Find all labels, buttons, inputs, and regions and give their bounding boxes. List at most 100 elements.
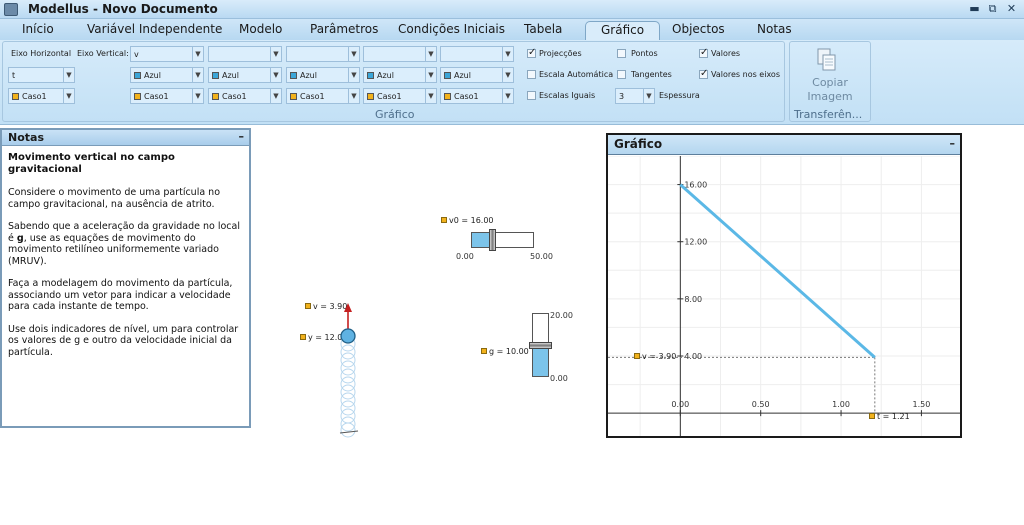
- close-button[interactable]: ✕: [1004, 2, 1019, 16]
- tab-condicoes-iniciais[interactable]: Condições Iniciais: [398, 22, 505, 36]
- chevron-down-icon: ▼: [348, 89, 359, 103]
- tab-objectos[interactable]: Objectos: [672, 22, 725, 36]
- menu-bar: Início Variável Independente Modelo Parâ…: [0, 19, 1024, 40]
- color-value: Azul: [454, 71, 471, 80]
- horizontal-caso-value: Caso1: [22, 92, 47, 101]
- valores-checkbox[interactable]: [699, 47, 708, 58]
- graph-panel: Gráfico – 0.00 0.50 1.00 1.50 4.00 8.00 12.00 1…: [606, 133, 962, 438]
- vertical-variable-select-2[interactable]: ▼: [208, 46, 282, 62]
- escala-automatica-checkbox[interactable]: [527, 70, 536, 79]
- v0-value: v0 = 16.00: [449, 216, 494, 225]
- chevron-down-icon: ▼: [502, 89, 513, 103]
- g-slider[interactable]: [529, 313, 552, 377]
- notes-body[interactable]: Movimento vertical no campo gravitaciona…: [8, 152, 246, 369]
- espessura-label: Espessura: [659, 91, 700, 100]
- valores-nos-eixos-label: Valores nos eixos: [711, 70, 780, 79]
- vertical-variable-select-1[interactable]: v ▼: [130, 46, 204, 62]
- vertical-variable-select-3[interactable]: ▼: [286, 46, 360, 62]
- ribbon-group-transfer: Copiar Imagem Transferên...: [789, 41, 871, 122]
- color-swatch: [212, 72, 219, 79]
- notes-paragraph-3: Faça a modelagem do movimento da partícu…: [8, 278, 233, 312]
- caso-select-2[interactable]: Caso1 ▼: [208, 88, 282, 104]
- pontos-label: Pontos: [631, 49, 658, 58]
- v0-slider-thumb[interactable]: [488, 229, 496, 251]
- horizontal-caso-select[interactable]: Caso1 ▼: [8, 88, 75, 104]
- espessura-select[interactable]: 3 ▼: [615, 88, 655, 104]
- horizontal-variable-value: t: [12, 71, 16, 80]
- caso-value: Caso1: [300, 92, 325, 101]
- caso-value: Caso1: [144, 92, 169, 101]
- chevron-down-icon: ▼: [425, 89, 436, 103]
- v0-slider-min: 0.00: [456, 252, 474, 261]
- color-select-5[interactable]: Azul ▼: [440, 67, 514, 83]
- color-select-4[interactable]: Azul ▼: [363, 67, 437, 83]
- caso-select-4[interactable]: Caso1 ▼: [363, 88, 437, 104]
- color-select-2[interactable]: Azul ▼: [208, 67, 282, 83]
- vertical-variable-select-5[interactable]: ▼: [440, 46, 514, 62]
- graph-v-value: v = 3.90: [642, 352, 677, 361]
- window-title: Modellus - Novo Documento: [28, 2, 218, 16]
- notes-heading: Movimento vertical no campo gravitaciona…: [8, 152, 175, 175]
- g-slider-thumb[interactable]: [529, 342, 552, 349]
- copy-label-line2: Imagem: [807, 90, 853, 103]
- particle[interactable]: [340, 328, 356, 344]
- pontos-checkbox[interactable]: [617, 49, 626, 58]
- v0-marker: [441, 217, 447, 223]
- y-tick-label: 8.00: [684, 295, 702, 304]
- valores-label: Valores: [711, 49, 741, 58]
- chevron-down-icon: ▼: [643, 89, 654, 103]
- minimize-button[interactable]: ▬: [967, 2, 982, 16]
- eixo-vertical-label: Eixo Vertical:: [77, 49, 129, 58]
- notes-text: , use as equações de movimento do movime…: [8, 232, 219, 267]
- x-tick-label: 1.50: [913, 400, 931, 409]
- notes-paragraph-2: Sabendo que a aceleração da gravidade no…: [8, 221, 246, 267]
- color-swatch: [290, 72, 297, 79]
- notes-minimize-button[interactable]: –: [239, 130, 245, 143]
- chevron-down-icon: ▼: [425, 68, 436, 82]
- caso-color-swatch: [134, 93, 141, 100]
- caso-select-1[interactable]: Caso1 ▼: [130, 88, 204, 104]
- t-marker: [869, 413, 875, 419]
- chevron-down-icon: ▼: [502, 47, 513, 61]
- v0-slider[interactable]: [471, 229, 534, 251]
- tab-tabela[interactable]: Tabela: [524, 22, 562, 36]
- color-value: Azul: [377, 71, 394, 80]
- tab-variavel-independente[interactable]: Variável Independente: [87, 22, 222, 36]
- v0-slider-label: v0 = 16.00: [441, 216, 494, 225]
- tab-parametros[interactable]: Parâmetros: [310, 22, 378, 36]
- espessura-value: 3: [619, 92, 625, 101]
- v-marker: [634, 353, 640, 359]
- vertical-variable-select-4[interactable]: ▼: [363, 46, 437, 62]
- g-slider-min: 0.00: [550, 374, 568, 383]
- caso-select-5[interactable]: Caso1 ▼: [440, 88, 514, 104]
- projeccoes-checkbox[interactable]: [527, 47, 536, 58]
- restore-button[interactable]: ⧉: [985, 2, 1000, 16]
- graph-plot-area[interactable]: 0.00 0.50 1.00 1.50 4.00 8.00 12.00 16.00: [608, 156, 960, 436]
- chevron-down-icon: ▼: [348, 47, 359, 61]
- tab-notas[interactable]: Notas: [757, 22, 792, 36]
- tab-modelo[interactable]: Modelo: [239, 22, 282, 36]
- valores-nos-eixos-checkbox[interactable]: [699, 68, 708, 79]
- horizontal-variable-select[interactable]: t ▼: [8, 67, 75, 83]
- g-marker: [481, 348, 487, 354]
- g-slider-max: 20.00: [550, 311, 573, 320]
- tab-grafico[interactable]: Gráfico: [585, 21, 661, 40]
- eixo-horizontal-label: Eixo Horizontal: [11, 49, 72, 58]
- x-tick-label: 1.00: [832, 400, 850, 409]
- notes-bold-g: g: [16, 232, 24, 244]
- color-select-3[interactable]: Azul ▼: [286, 67, 360, 83]
- x-tick-label: 0.00: [671, 400, 689, 409]
- ribbon-group-label: Gráfico: [375, 108, 415, 121]
- caso-select-3[interactable]: Caso1 ▼: [286, 88, 360, 104]
- tab-inicio[interactable]: Início: [22, 22, 54, 36]
- velocity-arrowhead: [344, 303, 352, 312]
- color-value: Azul: [144, 71, 161, 80]
- chevron-down-icon: ▼: [270, 47, 281, 61]
- tangentes-checkbox[interactable]: [617, 70, 626, 79]
- graph-v-label: v = 3.90: [634, 352, 676, 361]
- color-select-1[interactable]: Azul ▼: [130, 67, 204, 83]
- graph-minimize-button[interactable]: –: [950, 137, 956, 150]
- escalas-iguais-checkbox[interactable]: [527, 91, 536, 100]
- chevron-down-icon: ▼: [192, 68, 203, 82]
- copy-image-button[interactable]: Copiar Imagem: [790, 42, 870, 104]
